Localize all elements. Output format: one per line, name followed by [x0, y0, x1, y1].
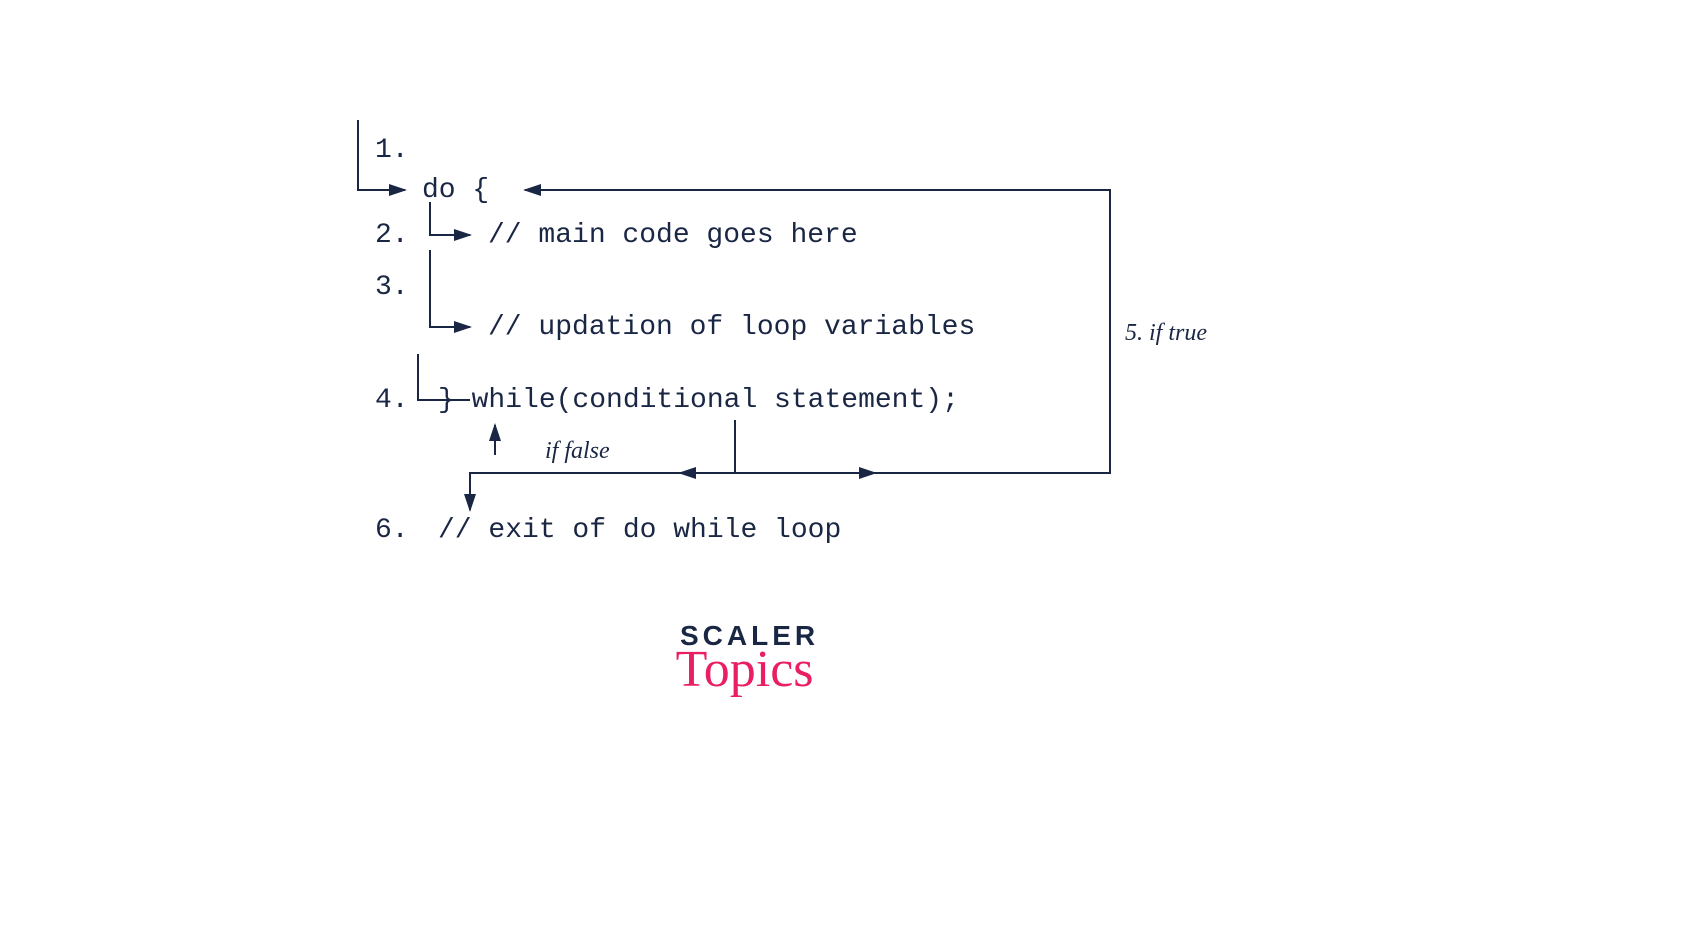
code-while: } while(conditional statement);	[438, 385, 959, 416]
scaler-topics-logo: SCALER Topics	[680, 620, 819, 699]
step-number-1: 1.	[375, 135, 409, 166]
label-if-true: 5. if true	[1125, 320, 1207, 347]
code-update: // updation of loop variables	[488, 312, 975, 343]
step-number-3: 3.	[375, 272, 409, 303]
label-if-false: if false	[545, 438, 610, 465]
step-number-4: 4.	[375, 385, 409, 416]
code-main: // main code goes here	[488, 220, 858, 251]
code-do: do {	[422, 175, 489, 206]
step-number-2: 2.	[375, 220, 409, 251]
code-exit: // exit of do while loop	[438, 515, 841, 546]
logo-text-topics: Topics	[670, 640, 819, 699]
do-while-flow-diagram: 1. do { 2. // main code goes here 3. // …	[350, 120, 1250, 620]
step-number-6: 6.	[375, 515, 409, 546]
